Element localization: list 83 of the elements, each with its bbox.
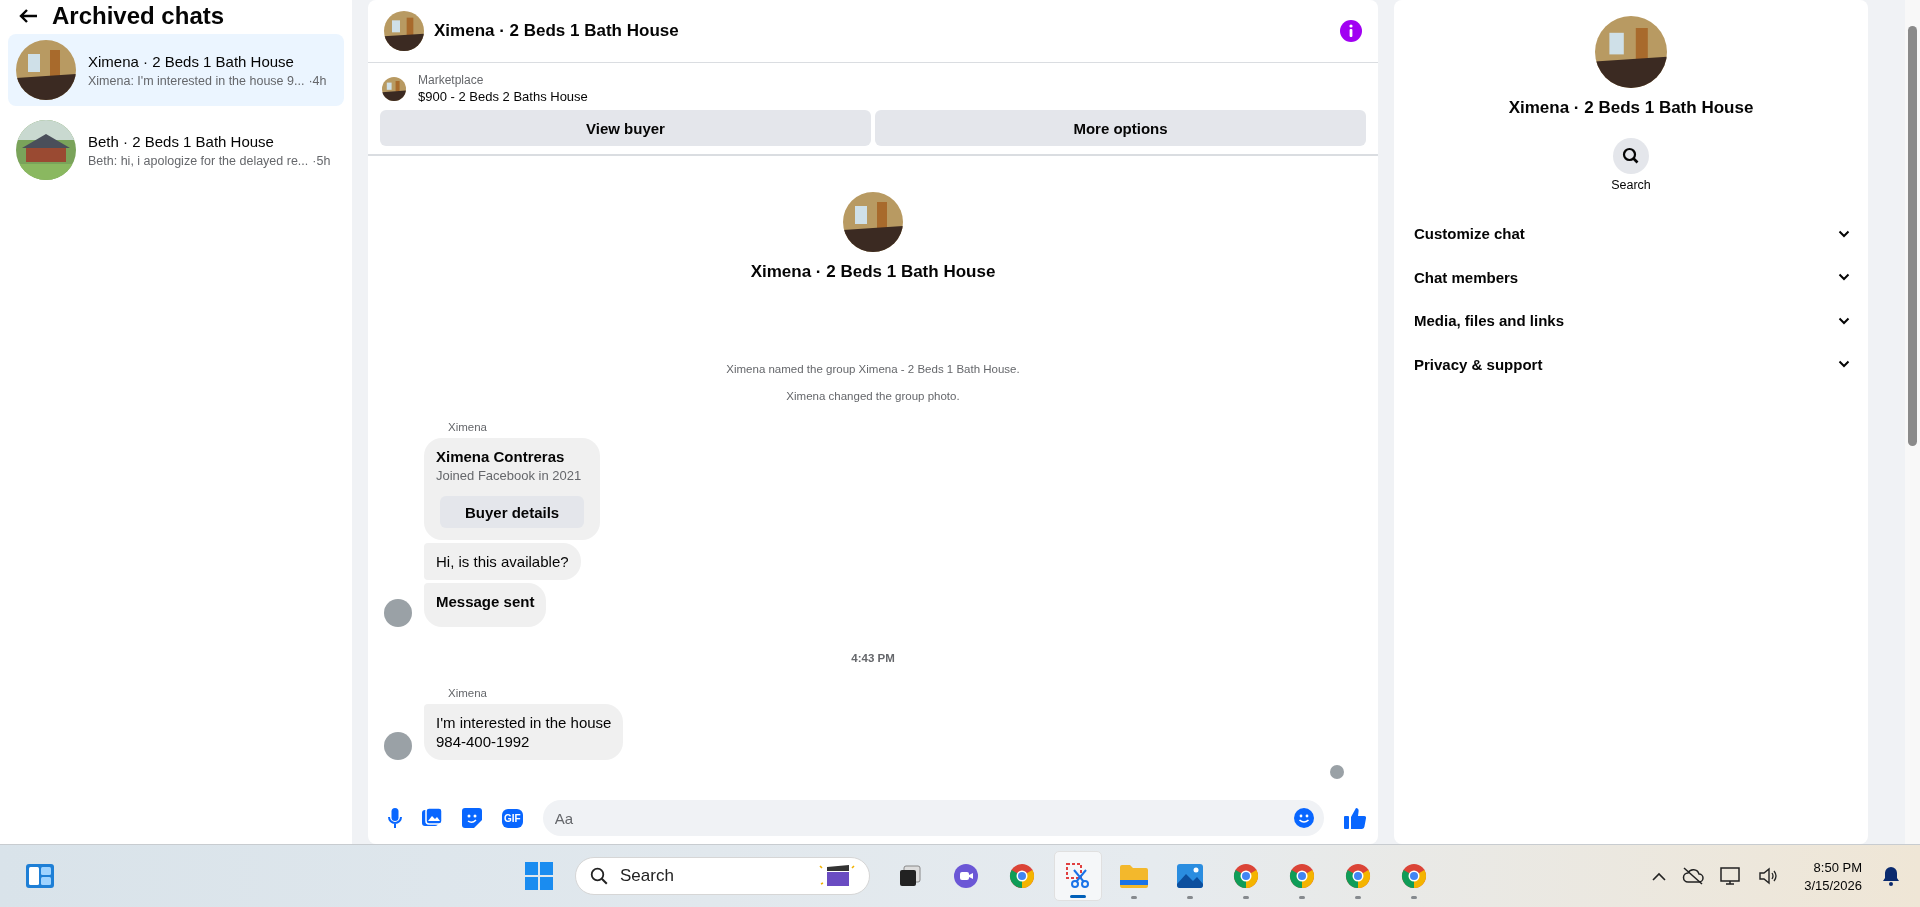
clock-time[interactable]: 8:50 PM bbox=[1813, 859, 1862, 875]
running-indicator bbox=[1131, 896, 1137, 899]
house-photo bbox=[16, 120, 76, 180]
running-indicator bbox=[1355, 896, 1361, 899]
listing-title: $900 - 2 Beds 2 Baths House bbox=[418, 89, 588, 104]
browser-icon bbox=[1289, 863, 1315, 889]
folder-icon bbox=[1120, 864, 1148, 888]
browser-icon bbox=[1009, 863, 1035, 889]
chat-time: ·5h bbox=[312, 153, 331, 168]
chevron-up-icon[interactable] bbox=[1652, 871, 1667, 881]
section-row[interactable]: Media, files and links bbox=[1410, 299, 1852, 343]
chat-item[interactable]: Beth · 2 Beds 1 Bath House Beth: hi, i apologize for the delayed re... ·5h bbox=[8, 114, 344, 186]
chat-preview: Ximena: I'm interested in the house 9... bbox=[88, 73, 305, 88]
action-button[interactable]: More options bbox=[875, 110, 1366, 146]
browser-icon bbox=[1345, 863, 1371, 889]
sender-name: Ximena bbox=[448, 687, 488, 699]
landscape-icon bbox=[1177, 864, 1203, 888]
gif-button[interactable]: GIF bbox=[502, 808, 523, 828]
system-message: Ximena changed the group photo. bbox=[786, 390, 960, 402]
widgets-icon[interactable] bbox=[25, 863, 55, 889]
speaker-icon[interactable] bbox=[1758, 867, 1779, 885]
sticker-icon[interactable] bbox=[462, 808, 482, 828]
message-bubble: Hi, is this available? bbox=[424, 543, 581, 580]
running-indicator bbox=[1243, 896, 1249, 899]
info-icon[interactable] bbox=[1340, 20, 1362, 42]
photo-icon[interactable] bbox=[422, 808, 442, 828]
chat-title: Ximena · 2 Beds 1 Bath House bbox=[434, 21, 680, 41]
message-bubble: I'm interested in the house 984-400-1992 bbox=[424, 704, 624, 760]
section-label: Media, files and links bbox=[1414, 312, 1565, 330]
search-icon bbox=[590, 867, 608, 885]
windows-start-icon[interactable] bbox=[525, 862, 553, 890]
avatar bbox=[1330, 765, 1344, 779]
chat-item[interactable]: Ximena · 2 Beds 1 Bath House Ximena: I'm interested in the house 9... ·4h bbox=[8, 34, 344, 106]
avatar bbox=[384, 599, 412, 627]
room-photo bbox=[16, 40, 76, 100]
action-button[interactable]: View buyer bbox=[380, 110, 871, 146]
room-photo bbox=[382, 76, 406, 101]
section-row[interactable]: Privacy & support bbox=[1410, 342, 1852, 386]
emoji-icon[interactable] bbox=[1294, 808, 1314, 828]
message-bubble: Message sent bbox=[424, 583, 547, 627]
conversation-title: Ximena · 2 Beds 1 Bath House bbox=[1508, 98, 1754, 118]
scrollbar-thumb[interactable] bbox=[1908, 26, 1917, 446]
running-indicator bbox=[1070, 895, 1086, 898]
scissors-icon bbox=[1066, 863, 1090, 889]
sender-name: Ximena bbox=[448, 421, 488, 433]
chat-time: ·4h bbox=[308, 73, 327, 88]
clock-date[interactable]: 3/15/2026 bbox=[1804, 877, 1862, 893]
browser-icon bbox=[1401, 863, 1427, 889]
browser-icon bbox=[1233, 863, 1259, 889]
section-row[interactable]: Customize chat bbox=[1410, 212, 1852, 256]
profile-detail: Joined Facebook in 2021 bbox=[436, 468, 583, 483]
profile-name: Ximena Contreras bbox=[436, 448, 566, 465]
bell-icon[interactable] bbox=[1882, 866, 1900, 886]
running-indicator bbox=[1187, 896, 1193, 899]
chat-preview: Beth: hi, i apologize for the delayed re... bbox=[88, 153, 309, 168]
monitor-icon[interactable] bbox=[1720, 866, 1743, 886]
timestamp: 4:43 PM bbox=[851, 652, 895, 664]
thumbs-up-icon[interactable] bbox=[1344, 807, 1366, 829]
running-indicator bbox=[1411, 896, 1417, 899]
section-label: Privacy & support bbox=[1414, 355, 1543, 373]
section-label: Chat members bbox=[1414, 268, 1519, 286]
chat-name: Ximena · 2 Beds 1 Bath House bbox=[88, 52, 295, 70]
message-field[interactable]: Aa bbox=[542, 800, 1324, 836]
task-view-icon bbox=[898, 864, 922, 888]
panel-title: Archived chats bbox=[52, 2, 225, 30]
listing-label: Marketplace bbox=[418, 73, 485, 87]
section-row[interactable]: Chat members bbox=[1410, 255, 1852, 299]
conversation-title: Ximena · 2 Beds 1 Bath House bbox=[750, 262, 996, 282]
search-icon[interactable] bbox=[1613, 138, 1649, 174]
avatar bbox=[384, 732, 412, 760]
video-chat-icon bbox=[953, 863, 979, 889]
system-message: Ximena named the group Ximena - 2 Beds 1 Bath House. bbox=[726, 363, 1020, 375]
back-arrow-icon[interactable] bbox=[18, 8, 38, 24]
section-label: Customize chat bbox=[1414, 225, 1525, 243]
cloud-off-icon[interactable] bbox=[1682, 867, 1705, 885]
microphone-icon[interactable] bbox=[388, 808, 402, 828]
taskbar-search-field[interactable]: Search bbox=[575, 857, 870, 895]
buyer-details-button[interactable]: Buyer details bbox=[440, 496, 585, 528]
room-photo bbox=[384, 11, 424, 51]
running-indicator bbox=[1299, 896, 1305, 899]
room-photo bbox=[843, 192, 903, 252]
search-label: Search bbox=[1611, 178, 1651, 192]
chat-name: Beth · 2 Beds 1 Bath House bbox=[88, 132, 275, 150]
